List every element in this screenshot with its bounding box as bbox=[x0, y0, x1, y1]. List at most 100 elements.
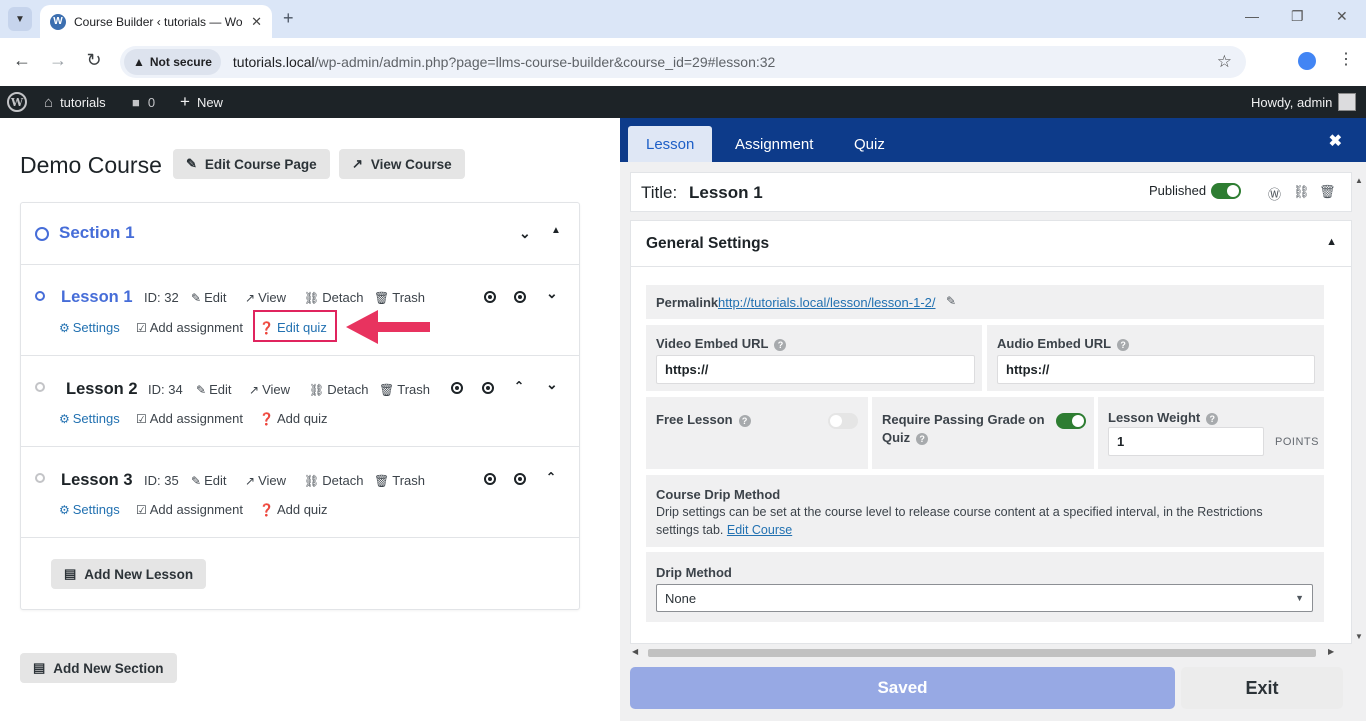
address-bar[interactable]: ▲ Not secure tutorials.local/wp-admin/ad… bbox=[120, 46, 1246, 78]
gear-icon: ⚙ bbox=[59, 321, 70, 335]
lesson-trash-link[interactable]: 🗑 Trash bbox=[374, 290, 425, 305]
edit-course-link[interactable]: Edit Course bbox=[727, 523, 792, 537]
extension-icon[interactable] bbox=[1298, 52, 1316, 70]
move-up-section-icon[interactable] bbox=[484, 473, 496, 485]
horizontal-scrollbar[interactable]: ◀ ▶ bbox=[630, 646, 1342, 660]
vertical-scrollbar[interactable]: ▲ ▼ bbox=[1352, 162, 1366, 646]
title-value[interactable]: Lesson 1 bbox=[689, 183, 763, 203]
unlink-icon[interactable]: ⛓ bbox=[1293, 184, 1310, 200]
browser-tab[interactable]: W Course Builder ‹ tutorials — Wo ✕ bbox=[40, 5, 272, 38]
permalink-url[interactable]: http://tutorials.local/lesson/lesson-1-2… bbox=[718, 295, 936, 310]
lesson-settings-link[interactable]: ⚙ Settings bbox=[59, 320, 120, 335]
lesson-detach-link[interactable]: ⛓ Detach bbox=[304, 473, 363, 488]
edit-icon: ✎ bbox=[191, 474, 202, 488]
move-up-icon[interactable]: ⌃ bbox=[514, 379, 524, 393]
section-header[interactable]: Section 1 ⌄ ▲ bbox=[21, 203, 579, 265]
lesson-view-link[interactable]: ↗ View bbox=[249, 382, 290, 397]
add-new-lesson-button[interactable]: ▤ Add New Lesson bbox=[51, 559, 207, 589]
lesson-title[interactable]: Lesson 3 bbox=[61, 471, 133, 490]
new-content-menu[interactable]: + New bbox=[180, 86, 223, 118]
lesson-title[interactable]: Lesson 2 bbox=[66, 380, 138, 399]
scroll-right-icon[interactable]: ▶ bbox=[1328, 647, 1334, 656]
comments-menu[interactable]: ■ 0 bbox=[132, 86, 155, 118]
lesson-settings-link[interactable]: ⚙ Settings bbox=[59, 502, 120, 517]
edit-course-page-button[interactable]: ✎ Edit Course Page bbox=[173, 149, 330, 179]
lesson-edit-link[interactable]: ✎ Edit bbox=[196, 382, 231, 397]
bookmark-star-icon[interactable]: ☆ bbox=[1217, 52, 1232, 72]
move-down-icon[interactable]: ⌄ bbox=[546, 285, 558, 302]
wordpress-icon[interactable]: Ⓦ bbox=[1268, 184, 1281, 203]
move-up-section-icon[interactable] bbox=[484, 291, 496, 303]
tab-assignment[interactable]: Assignment bbox=[717, 126, 831, 162]
scroll-down-icon[interactable]: ▼ bbox=[1355, 632, 1363, 641]
free-lesson-toggle[interactable] bbox=[828, 413, 858, 429]
new-tab-icon[interactable]: + bbox=[283, 8, 294, 29]
require-grade-toggle[interactable] bbox=[1056, 413, 1086, 429]
move-up-section-icon[interactable] bbox=[451, 382, 463, 394]
restore-icon[interactable]: ❐ bbox=[1291, 8, 1304, 25]
wp-logo-menu[interactable]: W bbox=[7, 86, 27, 118]
scrollbar-thumb[interactable] bbox=[648, 649, 1316, 657]
move-down-section-icon[interactable] bbox=[514, 291, 526, 303]
add-quiz-link[interactable]: ❓ Add quiz bbox=[259, 411, 328, 426]
lesson-view-link[interactable]: ↗ View bbox=[245, 473, 286, 488]
scroll-up-icon[interactable]: ▲ bbox=[1355, 176, 1363, 185]
lesson-edit-link[interactable]: ✎ Edit bbox=[191, 473, 226, 488]
forward-icon[interactable]: → bbox=[46, 50, 70, 71]
account-menu[interactable]: Howdy, admin bbox=[1251, 86, 1357, 118]
tab-search-button[interactable]: ▼ bbox=[8, 7, 32, 31]
tab-quiz[interactable]: Quiz bbox=[836, 126, 903, 162]
lesson-title-bar: Title: Lesson 1 Published Ⓦ ⛓ 🗑 bbox=[630, 172, 1352, 212]
add-assignment-link[interactable]: ☑ Add assignment bbox=[136, 320, 243, 335]
move-down-section-icon[interactable] bbox=[514, 473, 526, 485]
help-icon[interactable]: ? bbox=[1206, 412, 1219, 425]
close-panel-icon[interactable]: ✖ bbox=[1329, 131, 1342, 151]
add-quiz-link[interactable]: ❓ Add quiz bbox=[259, 502, 328, 517]
minimize-icon[interactable]: — bbox=[1245, 8, 1259, 24]
saved-button[interactable]: Saved bbox=[630, 667, 1175, 709]
section-move-up-icon[interactable]: ▲ bbox=[551, 225, 561, 236]
lesson-weight-input[interactable]: 1 bbox=[1108, 427, 1264, 456]
view-course-button[interactable]: ↗ View Course bbox=[339, 149, 465, 179]
trash-icon[interactable]: 🗑 bbox=[1319, 184, 1336, 200]
help-icon[interactable]: ? bbox=[1117, 338, 1130, 351]
help-icon[interactable]: ? bbox=[738, 414, 751, 427]
site-info-button[interactable]: ▲ Not secure bbox=[124, 49, 221, 75]
published-toggle[interactable] bbox=[1211, 183, 1241, 199]
highlight-box bbox=[253, 310, 337, 342]
help-icon[interactable]: ? bbox=[774, 338, 787, 351]
back-icon[interactable]: ← bbox=[10, 50, 34, 71]
scroll-left-icon[interactable]: ◀ bbox=[632, 647, 638, 656]
add-new-section-button[interactable]: ▤ Add New Section bbox=[20, 653, 177, 683]
move-up-icon[interactable]: ⌃ bbox=[546, 470, 556, 484]
section-title[interactable]: Section 1 bbox=[59, 223, 135, 243]
exit-button[interactable]: Exit bbox=[1181, 667, 1343, 709]
move-down-section-icon[interactable] bbox=[482, 382, 494, 394]
lesson-edit-link[interactable]: ✎ Edit bbox=[191, 290, 226, 305]
general-settings-header[interactable]: General Settings ▲ bbox=[631, 221, 1351, 267]
collapse-caret-icon[interactable]: ▲ bbox=[1326, 236, 1337, 248]
site-name-menu[interactable]: ⌂ tutorials bbox=[44, 86, 106, 118]
video-url-input[interactable]: https:// bbox=[656, 355, 975, 384]
add-assignment-link[interactable]: ☑ Add assignment bbox=[136, 411, 243, 426]
browser-menu-icon[interactable]: ⋮ bbox=[1338, 49, 1354, 69]
lesson-trash-link[interactable]: 🗑 Trash bbox=[374, 473, 425, 488]
lesson-trash-link[interactable]: 🗑 Trash bbox=[379, 382, 430, 397]
lesson-title[interactable]: Lesson 1 bbox=[61, 288, 133, 307]
reload-icon[interactable]: ↻ bbox=[82, 50, 106, 71]
lesson-detach-link[interactable]: ⛓ Detach bbox=[309, 382, 368, 397]
help-icon[interactable]: ? bbox=[916, 432, 929, 445]
move-down-icon[interactable]: ⌄ bbox=[546, 376, 558, 393]
close-window-icon[interactable]: ✕ bbox=[1336, 8, 1348, 25]
pencil-icon[interactable]: ✎ bbox=[946, 294, 956, 308]
close-tab-icon[interactable]: ✕ bbox=[251, 14, 262, 30]
section-collapse-icon[interactable]: ⌄ bbox=[519, 225, 531, 242]
tab-lesson[interactable]: Lesson bbox=[628, 126, 713, 162]
trash-icon: 🗑 bbox=[379, 383, 395, 397]
audio-url-input[interactable]: https:// bbox=[997, 355, 1315, 384]
lesson-settings-link[interactable]: ⚙ Settings bbox=[59, 411, 120, 426]
drip-method-select[interactable]: None ▼ bbox=[656, 584, 1313, 612]
lesson-view-link[interactable]: ↗ View bbox=[245, 290, 286, 305]
lesson-detach-link[interactable]: ⛓ Detach bbox=[304, 290, 363, 305]
add-assignment-link[interactable]: ☑ Add assignment bbox=[136, 502, 243, 517]
